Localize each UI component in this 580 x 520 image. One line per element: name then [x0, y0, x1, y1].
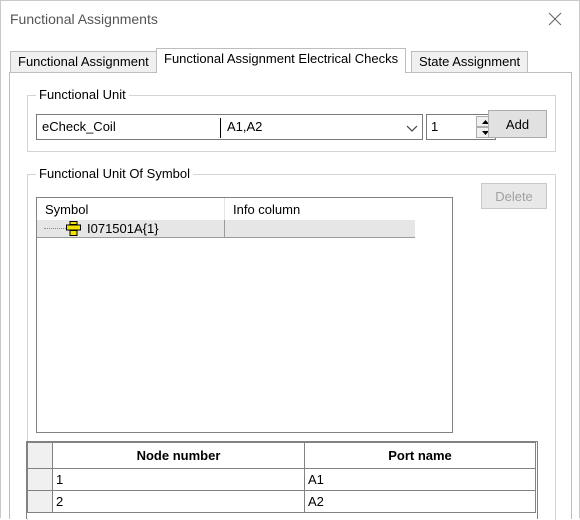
grid-header-row: Node number Port name: [27, 442, 536, 469]
symbol-label: I071501A{1}: [87, 221, 159, 236]
table-row[interactable]: 2 A2: [27, 490, 536, 513]
combo-unit-ports: A1,A2: [227, 119, 263, 134]
symbol-tree[interactable]: Symbol Info column I071501A{1}: [36, 197, 453, 433]
chevron-down-icon: [406, 125, 418, 132]
column-header-info[interactable]: Info column: [233, 202, 300, 217]
grid-corner-header: [27, 442, 53, 469]
add-button[interactable]: Add: [488, 110, 547, 138]
column-header-port-name[interactable]: Port name: [304, 442, 536, 469]
symbol-group-legend: Functional Unit Of Symbol: [36, 166, 194, 182]
column-header-node-number[interactable]: Node number: [52, 442, 305, 469]
combo-separator: [220, 118, 221, 138]
functional-unit-group: Functional Unit eCheck_Coil A1,A2 1 Add: [27, 87, 556, 152]
dialog-window: Functional Assignments Functional Assign…: [0, 0, 580, 520]
node-table: Node number Port name 1 A1 2 A2: [27, 442, 536, 513]
node-number-cell[interactable]: 1: [52, 468, 305, 491]
header-separator: [224, 198, 225, 220]
close-button[interactable]: [535, 5, 575, 33]
node-grid[interactable]: Node number Port name 1 A1 2 A2: [26, 441, 538, 519]
cell-separator: [224, 220, 225, 238]
tree-row[interactable]: I071501A{1}: [37, 220, 415, 238]
tab-functional-assignment-electrical-checks[interactable]: Functional Assignment Electrical Checks: [156, 48, 407, 73]
tab-functional-assignment[interactable]: Functional Assignment: [10, 51, 157, 73]
port-name-cell[interactable]: A1: [304, 468, 536, 491]
close-icon: [548, 12, 562, 26]
tab-state-assignment[interactable]: State Assignment: [411, 51, 529, 73]
tree-header: Symbol Info column: [37, 198, 452, 220]
tree-connector-line: [44, 228, 66, 229]
port-name-cell[interactable]: A2: [304, 490, 536, 513]
quantity-value: 1: [431, 119, 439, 134]
symbol-icon: [66, 221, 81, 236]
window-title: Functional Assignments: [10, 11, 158, 27]
node-number-cell[interactable]: 2: [52, 490, 305, 513]
functional-unit-legend: Functional Unit: [36, 87, 129, 103]
table-row[interactable]: 1 A1: [27, 468, 536, 491]
combo-unit-name: eCheck_Coil: [42, 119, 116, 134]
quantity-stepper[interactable]: 1: [426, 114, 496, 140]
row-header[interactable]: [27, 468, 53, 491]
column-header-symbol[interactable]: Symbol: [45, 202, 88, 217]
delete-button[interactable]: Delete: [481, 183, 547, 209]
functional-unit-combobox[interactable]: eCheck_Coil A1,A2: [36, 114, 423, 140]
row-header[interactable]: [27, 490, 53, 513]
title-bar: Functional Assignments: [1, 1, 579, 37]
